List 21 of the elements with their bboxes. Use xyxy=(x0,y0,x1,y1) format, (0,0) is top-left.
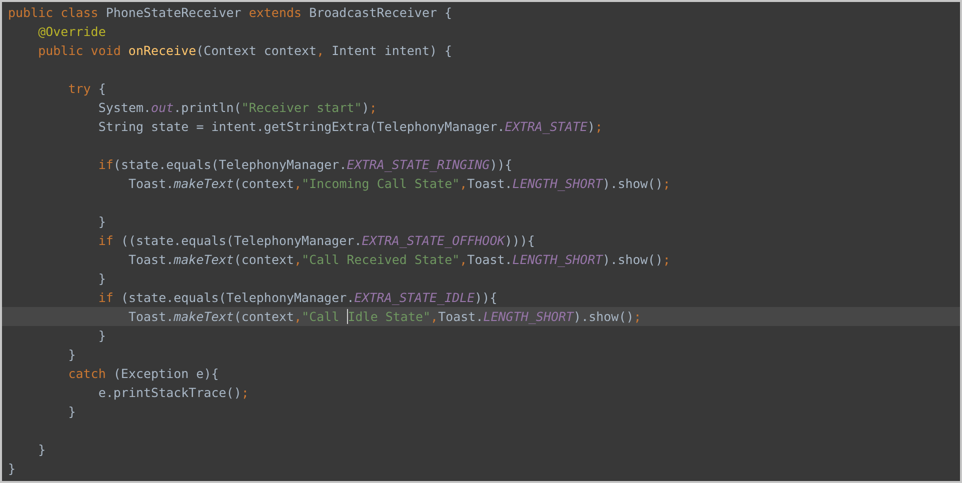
code-line: } xyxy=(8,460,16,478)
code-line: public class PhoneStateReceiver extends BroadcastReceiver { xyxy=(8,4,452,22)
code-line: String state = intent.getStringExtra(TelephonyManager.EXTRA_STATE); xyxy=(98,118,603,136)
code-line: } xyxy=(68,403,76,421)
code-line: } xyxy=(38,441,46,459)
code-line: } xyxy=(98,327,106,345)
code-line: public void onReceive(Context context, Intent intent) { xyxy=(38,42,452,60)
code-line: if(state.equals(TelephonyManager.EXTRA_STATE_RINGING)){ xyxy=(98,156,512,174)
code-line: Toast.makeText(context,"Call Received State",Toast.LENGTH_SHORT).show(); xyxy=(128,251,670,269)
code-line: } xyxy=(98,213,106,231)
code-line: catch (Exception e){ xyxy=(68,365,219,383)
code-line: Toast.makeText(context,"Incoming Call State",Toast.LENGTH_SHORT).show(); xyxy=(128,175,670,193)
code-line: Toast.makeText(context,"Call Idle State",Toast.LENGTH_SHORT).show(); xyxy=(128,308,642,326)
code-line: e.printStackTrace(); xyxy=(98,384,249,402)
code-line: System.out.println("Receiver start"); xyxy=(98,99,377,117)
code-line: } xyxy=(68,346,76,364)
code-line: @Override xyxy=(38,23,106,41)
code-line: if (state.equals(TelephonyManager.EXTRA_STATE_IDLE)){ xyxy=(98,289,498,307)
code-line: try { xyxy=(68,80,106,98)
code-line: if ((state.equals(TelephonyManager.EXTRA_STATE_OFFHOOK))){ xyxy=(98,232,535,250)
code-line: } xyxy=(98,270,106,288)
